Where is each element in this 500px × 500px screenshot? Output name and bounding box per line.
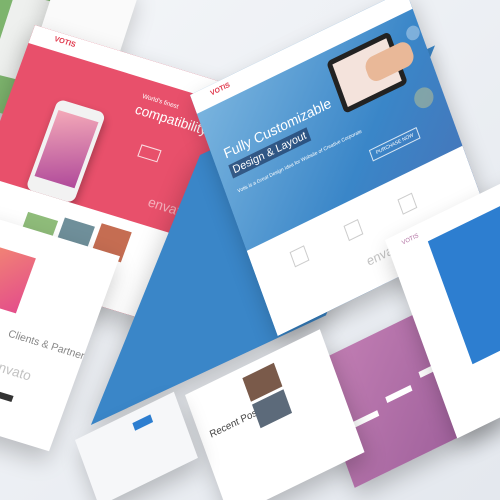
blue-chip: [132, 414, 154, 431]
watermark-2: envato: [0, 356, 34, 384]
right-brand[interactable]: VOTIS: [401, 233, 419, 247]
mockup-stage: VOTIS World's finest compatibility envat…: [0, 0, 500, 500]
logo-strip-2: [385, 385, 413, 403]
logo-strip-1: [352, 410, 380, 429]
hero-button[interactable]: [137, 144, 162, 163]
bubble: [411, 83, 437, 112]
partner-logo-2: [0, 386, 14, 402]
recent-post-heading: Recent Post: [208, 406, 262, 441]
bubble: [404, 23, 422, 43]
phone-icon: [25, 98, 107, 204]
clients-heading: Clients & Partners: [6, 328, 92, 364]
right-hero: [427, 193, 500, 365]
brand-logo[interactable]: VOTIS: [53, 36, 77, 49]
page-bottom-left: [75, 391, 198, 500]
client-image: [0, 243, 36, 314]
blue-brand[interactable]: VOTIS: [210, 82, 231, 98]
purchase-button[interactable]: PURCHASE NOW: [368, 126, 421, 162]
